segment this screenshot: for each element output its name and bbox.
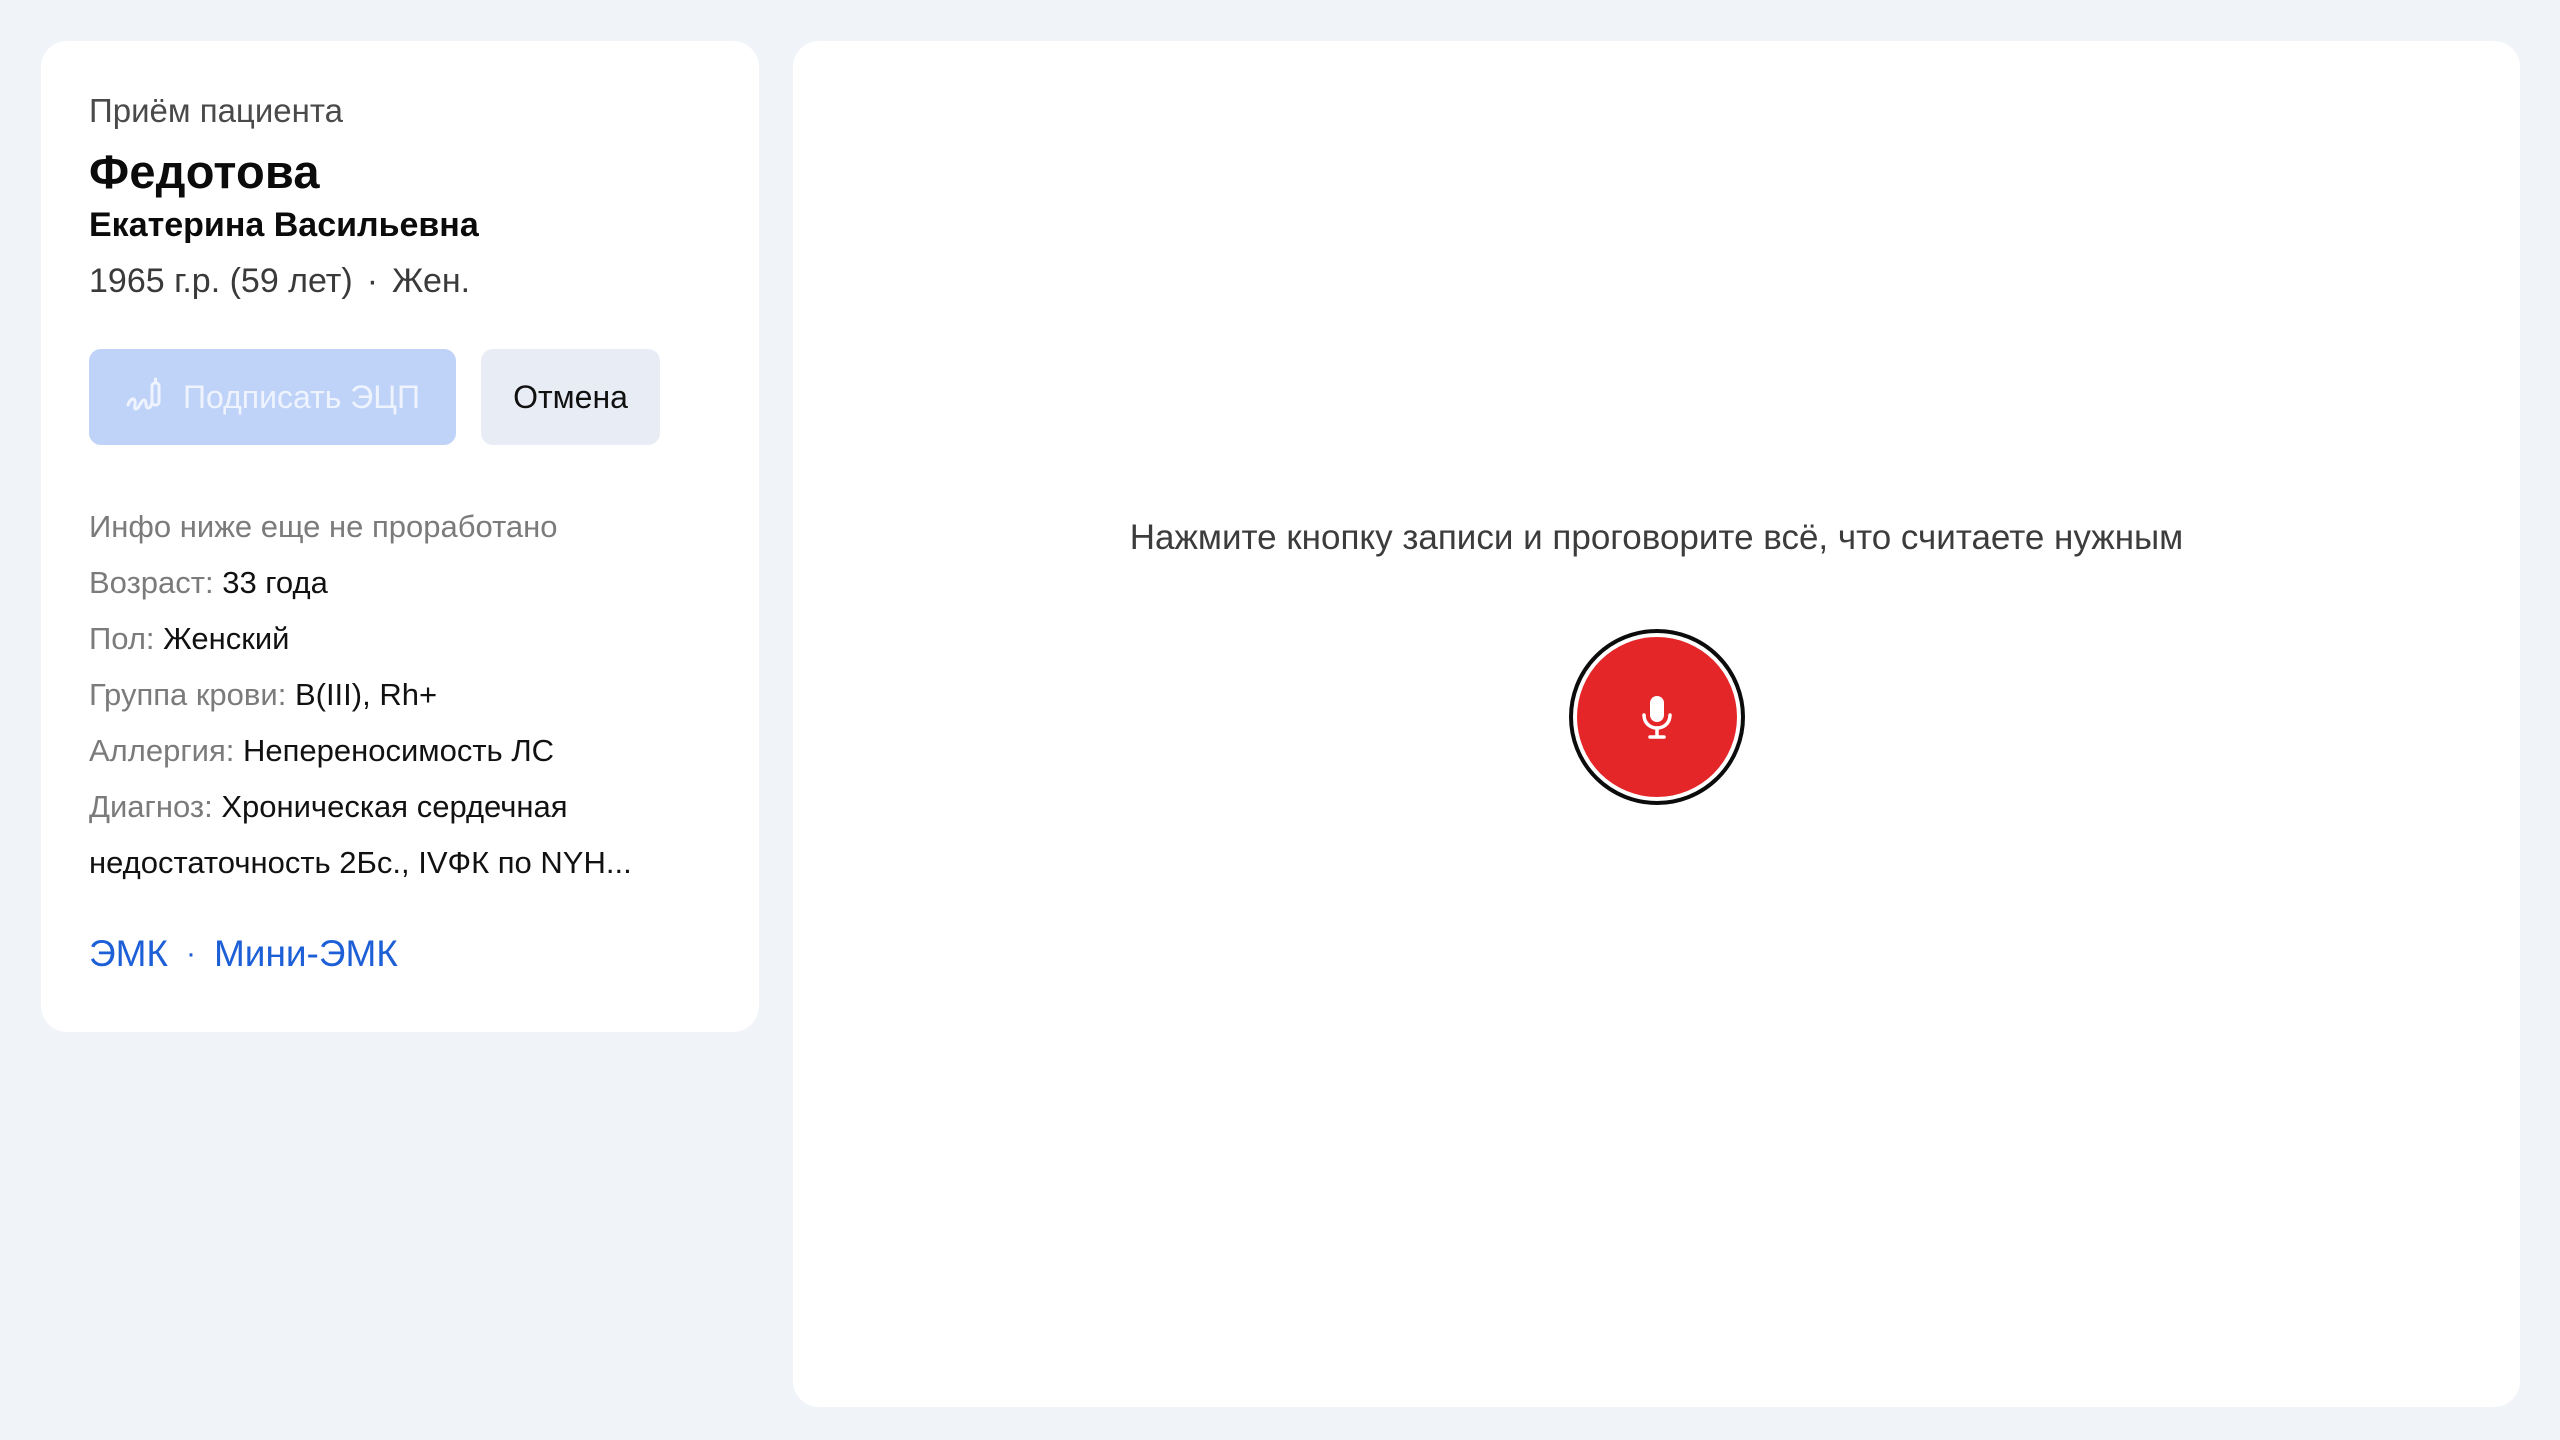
patient-first-names: Екатерина Васильевна bbox=[89, 206, 479, 244]
record-button[interactable] bbox=[1569, 629, 1745, 805]
patient-card: Приём пациента Федотова Екатерина Василь… bbox=[41, 41, 759, 1032]
info-age-label: Возраст: bbox=[89, 565, 214, 600]
info-sex: Пол: Женский bbox=[89, 611, 711, 667]
info-sex-label: Пол: bbox=[89, 621, 155, 656]
record-prompt: Нажмите кнопку записи и проговорите всё,… bbox=[1129, 518, 2184, 557]
info-blood: Группа крови: B(III), Rh+ bbox=[89, 667, 711, 723]
patient-meta: 1965 г.р. (59 лет) · Жен. bbox=[89, 260, 711, 302]
info-sex-value: Женский bbox=[163, 621, 290, 656]
info-diagnosis-label: Диагноз: bbox=[89, 789, 213, 824]
mini-emk-link[interactable]: Мини-ЭМК bbox=[214, 933, 398, 975]
info-blood-label: Группа крови: bbox=[89, 677, 287, 712]
info-note: Инфо ниже еще не проработано bbox=[89, 509, 558, 544]
signature-icon bbox=[125, 377, 165, 417]
links-separator: · bbox=[185, 937, 196, 970]
sign-ecp-button[interactable]: Подписать ЭЦП bbox=[89, 349, 456, 445]
info-allergy: Аллергия: Непереносимость ЛС bbox=[89, 723, 711, 779]
cancel-button[interactable]: Отмена bbox=[481, 349, 660, 445]
info-allergy-label: Аллергия: bbox=[89, 733, 235, 768]
microphone-icon bbox=[1637, 693, 1677, 741]
emk-link[interactable]: ЭМК bbox=[89, 933, 168, 975]
info-blood-value: B(III), Rh+ bbox=[294, 677, 438, 712]
record-button-fill bbox=[1577, 637, 1737, 797]
info-diagnosis: Диагноз: Хроническая сердечная недостато… bbox=[89, 779, 711, 891]
card-actions: Подписать ЭЦП Отмена bbox=[89, 349, 711, 445]
info-allergy-value: Непереносимость ЛС bbox=[242, 733, 555, 768]
patient-birth: 1965 г.р. (59 лет) bbox=[89, 262, 353, 300]
patient-info: Инфо ниже еще не проработано Возраст: 33… bbox=[89, 499, 711, 891]
info-age-value: 33 года bbox=[222, 565, 328, 600]
info-age: Возраст: 33 года bbox=[89, 555, 711, 611]
card-eyebrow: Приём пациента bbox=[89, 92, 343, 129]
record-links: ЭМК · Мини-ЭМК bbox=[89, 933, 711, 975]
voice-record-panel: Нажмите кнопку записи и проговорите всё,… bbox=[793, 41, 2520, 1407]
patient-last-name: Федотова bbox=[89, 145, 320, 198]
meta-separator: · bbox=[366, 262, 379, 300]
patient-sex-short: Жен. bbox=[392, 262, 471, 300]
sign-ecp-label: Подписать ЭЦП bbox=[183, 378, 420, 415]
